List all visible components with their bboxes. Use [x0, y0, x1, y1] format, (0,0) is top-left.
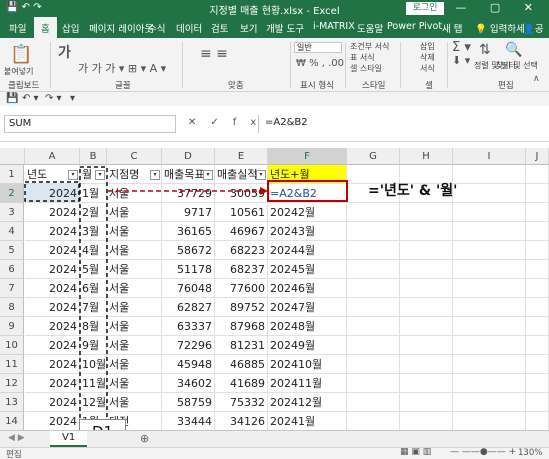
selection-box-b-column: [79, 166, 108, 424]
sheet-bar: ◀ ▶ V1 ⊕: [0, 430, 549, 447]
zoom-level: 130%: [518, 448, 543, 458]
sheet-nav-icons[interactable]: ◀ ▶: [8, 433, 25, 443]
selection-box-a2: [24, 181, 80, 202]
arrow-head: [260, 187, 268, 195]
zoom-slider[interactable]: — ——●—— +: [450, 447, 516, 457]
view-icons[interactable]: ▦ ▣ ▥: [400, 447, 431, 457]
add-sheet-icon[interactable]: ⊕: [140, 432, 149, 445]
annotation-overlay: [24, 166, 348, 424]
status-mode: 편집: [6, 450, 22, 459]
status-bar: 편집 ▦ ▣ ▥ — ——●—— + 130%: [0, 447, 549, 459]
sheet-tab-v1[interactable]: V1: [50, 431, 88, 447]
active-cell-border: [267, 180, 348, 202]
